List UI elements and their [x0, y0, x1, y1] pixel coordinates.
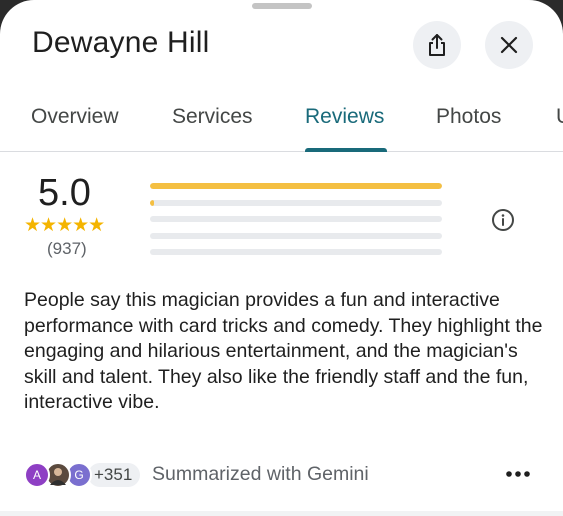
tab-updates-partial[interactable]: U	[556, 105, 563, 129]
active-tab-indicator	[305, 148, 387, 152]
more-options-button[interactable]	[504, 464, 532, 484]
close-button[interactable]	[485, 21, 533, 69]
more-contributors-count[interactable]: +351	[88, 463, 141, 487]
share-button[interactable]	[413, 21, 461, 69]
info-icon	[492, 209, 514, 231]
place-bottom-sheet: Dewayne Hill Overview Services Reviews P…	[0, 0, 563, 516]
rating-bar-5[interactable]	[150, 183, 442, 189]
review-count[interactable]: (937)	[47, 239, 87, 259]
rating-value: 5.0	[38, 172, 91, 214]
close-icon	[500, 36, 518, 54]
rating-bar-4[interactable]	[150, 199, 442, 206]
rating-bar-2[interactable]	[150, 232, 442, 239]
section-divider	[0, 511, 563, 516]
tab-services[interactable]: Services	[172, 105, 253, 129]
drag-handle[interactable]	[252, 3, 312, 9]
tab-photos[interactable]: Photos	[436, 105, 501, 129]
tab-reviews[interactable]: Reviews	[305, 105, 384, 129]
avatar: A	[24, 462, 50, 488]
info-button[interactable]	[491, 208, 515, 232]
rating-bar-fill	[150, 199, 154, 206]
place-title: Dewayne Hill	[32, 26, 210, 59]
star-rating: ★★★★★	[24, 214, 105, 236]
share-icon	[429, 34, 445, 56]
tab-bar: Overview Services Reviews Photos U	[0, 92, 563, 152]
more-horizontal-icon	[506, 471, 530, 477]
rating-bar-fill	[150, 183, 442, 189]
review-summary: People say this magician provides a fun …	[24, 289, 543, 413]
tab-overview[interactable]: Overview	[31, 105, 119, 129]
person-icon	[50, 468, 66, 485]
rating-bar-3[interactable]	[150, 216, 442, 222]
summary-footer: A G +351 Summarized with Gemini	[24, 462, 539, 490]
summarized-with-gemini-label: Summarized with Gemini	[152, 463, 369, 485]
rating-distribution	[150, 183, 442, 266]
rating-bar-1[interactable]	[150, 249, 442, 255]
